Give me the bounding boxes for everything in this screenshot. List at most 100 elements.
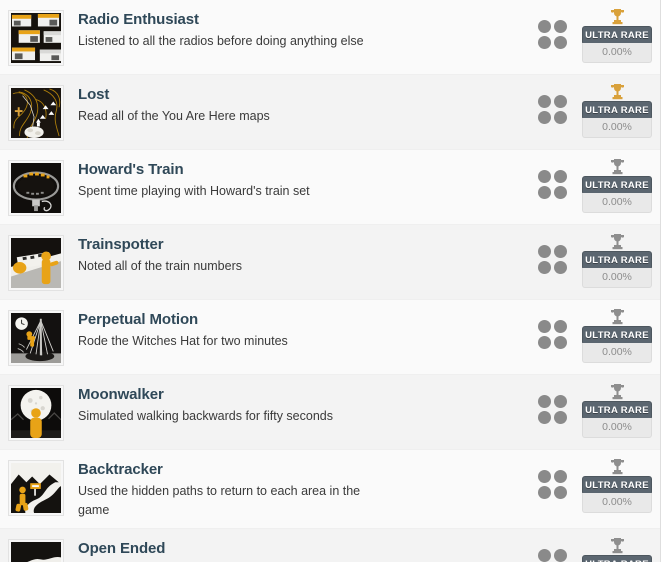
grid-dots-icon[interactable] [538, 470, 572, 500]
dot [554, 549, 567, 562]
silver-trophy-icon [610, 233, 625, 250]
achievement-title[interactable]: Howard's Train [78, 160, 484, 180]
silver-trophy-icon [610, 308, 625, 325]
dot [538, 245, 551, 258]
achievement-row[interactable]: Howard's Train Spent time playing with H… [0, 150, 660, 225]
silver-trophy-icon [610, 458, 625, 475]
achievement-text: Howard's Train Spent time playing with H… [64, 158, 484, 201]
achievement-text: Radio Enthusiast Listened to all the rad… [64, 8, 484, 51]
grid-dots-icon[interactable] [538, 549, 572, 562]
achievement-title[interactable]: Moonwalker [78, 385, 484, 405]
grid-dots-icon[interactable] [538, 170, 572, 200]
dot [554, 411, 567, 424]
achievement-description: Noted all of the train numbers [78, 259, 242, 273]
dot [554, 245, 567, 258]
achievement-thumbnail-frame [8, 385, 64, 441]
lost-thumbnail [11, 88, 61, 138]
achievement-description: Rode the Witches Hat for two minutes [78, 334, 288, 348]
achievement-description: Spent time playing with Howard's train s… [78, 184, 310, 198]
rarity-block: ULTRA RARE 0.00% [582, 233, 652, 288]
achievement-title[interactable]: Perpetual Motion [78, 310, 484, 330]
grid-dots-icon[interactable] [538, 320, 572, 350]
achievement-thumbnail-frame [8, 160, 64, 216]
rarity-block: ULTRA RARE 0.00% [582, 83, 652, 138]
achievement-meta: ULTRA RARE 0.00% [538, 158, 660, 213]
dot [554, 470, 567, 483]
achievement-title[interactable]: Open Ended [78, 539, 484, 559]
dot [554, 336, 567, 349]
achievement-thumbnail-frame [8, 539, 64, 562]
dot [538, 411, 551, 424]
rarity-block: ULTRA RARE 0.00% [582, 308, 652, 363]
achievement-meta: ULTRA RARE 0.00% [538, 537, 660, 562]
dot [554, 170, 567, 183]
rarity-percent: 0.00% [582, 268, 652, 288]
dot [554, 486, 567, 499]
achievement-row[interactable]: Perpetual Motion Rode the Witches Hat fo… [0, 300, 660, 375]
rarity-badge: ULTRA RARE [582, 555, 652, 562]
silver-trophy-icon [610, 158, 625, 175]
dot [554, 261, 567, 274]
grid-dots-icon[interactable] [538, 245, 572, 275]
achievement-text: Open Ended Reached Stephen's bunker with… [64, 537, 484, 562]
achievement-thumbnail-frame [8, 310, 64, 366]
rarity-block: ULTRA RARE 0.00% [582, 458, 652, 513]
achievement-row[interactable]: Lost Read all of the You Are Here maps U… [0, 75, 660, 150]
rarity-block: ULTRA RARE 0.00% [582, 158, 652, 213]
achievement-title[interactable]: Lost [78, 85, 484, 105]
perpetual-motion-thumbnail [11, 313, 61, 363]
rarity-percent: 0.00% [582, 43, 652, 63]
achievement-title[interactable]: Backtracker [78, 460, 484, 480]
dot [538, 36, 551, 49]
dot [554, 36, 567, 49]
achievement-description: Read all of the You Are Here maps [78, 109, 270, 123]
achievement-row[interactable]: Moonwalker Simulated walking backwards f… [0, 375, 660, 450]
achievement-thumbnail-frame [8, 10, 64, 66]
radio-enthusiast-thumbnail [11, 13, 61, 63]
rarity-percent: 0.00% [582, 343, 652, 363]
dot [538, 336, 551, 349]
rarity-percent: 0.00% [582, 493, 652, 513]
achievement-description: Used the hidden paths to return to each … [78, 484, 361, 517]
backtracker-thumbnail [11, 463, 61, 513]
dot [538, 111, 551, 124]
grid-dots-icon[interactable] [538, 20, 572, 50]
moonwalker-thumbnail [11, 388, 61, 438]
rarity-block: ULTRA RARE 0.00% [582, 537, 652, 562]
dot [554, 186, 567, 199]
grid-dots-icon[interactable] [538, 95, 572, 125]
achievement-text: Backtracker Used the hidden paths to ret… [64, 458, 484, 520]
achievement-meta: ULTRA RARE 0.00% [538, 383, 660, 438]
achievement-row[interactable]: Trainspotter Noted all of the train numb… [0, 225, 660, 300]
dot [538, 486, 551, 499]
silver-trophy-icon [610, 383, 625, 400]
dot [538, 186, 551, 199]
rarity-percent: 0.00% [582, 193, 652, 213]
achievement-row[interactable]: Radio Enthusiast Listened to all the rad… [0, 0, 660, 75]
rarity-block: ULTRA RARE 0.00% [582, 8, 652, 63]
achievement-row[interactable]: Backtracker Used the hidden paths to ret… [0, 450, 660, 529]
rarity-percent: 0.00% [582, 418, 652, 438]
achievement-meta: ULTRA RARE 0.00% [538, 233, 660, 288]
dot [554, 95, 567, 108]
dot [538, 20, 551, 33]
achievement-text: Trainspotter Noted all of the train numb… [64, 233, 484, 276]
dot [538, 320, 551, 333]
gold-trophy-icon [610, 8, 625, 25]
rarity-percent: 0.00% [582, 118, 652, 138]
dot [538, 261, 551, 274]
dot [538, 95, 551, 108]
gold-trophy-icon [610, 83, 625, 100]
dot [554, 320, 567, 333]
achievement-meta: ULTRA RARE 0.00% [538, 308, 660, 363]
grid-dots-icon[interactable] [538, 395, 572, 425]
achievement-meta: ULTRA RARE 0.00% [538, 8, 660, 63]
achievement-meta: ULTRA RARE 0.00% [538, 83, 660, 138]
dot [554, 111, 567, 124]
silver-trophy-icon [610, 537, 625, 554]
achievement-title[interactable]: Trainspotter [78, 235, 484, 255]
achievement-text: Lost Read all of the You Are Here maps [64, 83, 484, 126]
achievement-row[interactable]: Open Ended Reached Stephen's bunker with… [0, 529, 660, 562]
achievement-title[interactable]: Radio Enthusiast [78, 10, 484, 30]
achievement-description: Listened to all the radios before doing … [78, 34, 364, 48]
